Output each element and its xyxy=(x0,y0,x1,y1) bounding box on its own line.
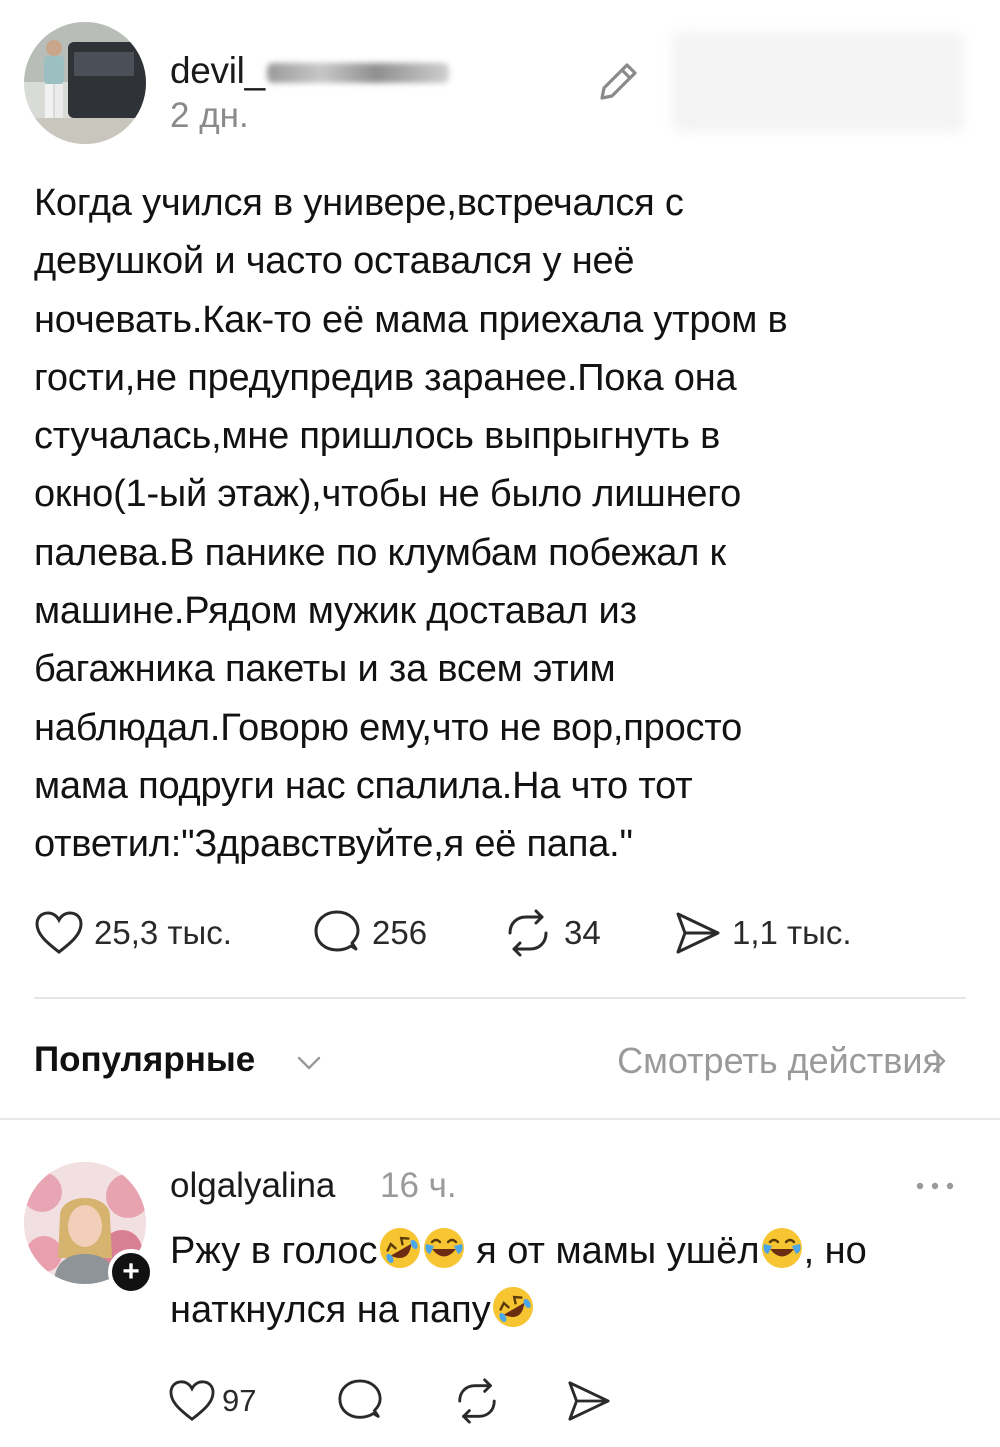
send-icon xyxy=(568,1381,610,1421)
comment-text: Ржу в голос я от мамы ушёл, но наткнулся… xyxy=(170,1222,970,1340)
plus-icon[interactable]: + xyxy=(108,1249,154,1295)
divider xyxy=(34,997,966,999)
comment-count: 256 xyxy=(372,914,428,951)
more-icon[interactable] xyxy=(914,1176,956,1196)
comment-actions: 97 xyxy=(168,1376,628,1426)
post-actions: 25,3 тыс. 256 34 1,1 тыс. xyxy=(34,905,954,961)
repost-icon xyxy=(458,1378,496,1424)
view-actions-link[interactable]: Смотреть действия xyxy=(617,1040,942,1082)
chevron-down-icon[interactable] xyxy=(292,1046,326,1080)
comment-repost-button[interactable] xyxy=(452,1376,502,1426)
heart-icon xyxy=(35,911,83,954)
username-redaction xyxy=(266,63,449,84)
sort-dropdown[interactable]: Популярные xyxy=(34,1040,255,1080)
comment-share-button[interactable] xyxy=(566,1376,612,1426)
comment-like-button[interactable]: 97 xyxy=(168,1376,256,1426)
send-icon xyxy=(676,912,720,954)
comment-reply-button[interactable] xyxy=(336,1376,384,1426)
comment-button[interactable]: 256 xyxy=(312,905,427,961)
repost-icon xyxy=(508,909,548,957)
rofl-emoji xyxy=(379,1228,420,1268)
joy-emoji xyxy=(423,1228,464,1268)
comment-time: 16 ч. xyxy=(380,1166,457,1205)
chevron-right-icon[interactable] xyxy=(928,1044,952,1078)
comment-icon xyxy=(338,1379,382,1419)
post-time: 2 дн. xyxy=(170,96,249,135)
joy-emoji xyxy=(761,1228,802,1268)
repost-button[interactable]: 34 xyxy=(502,905,601,961)
like-button[interactable]: 25,3 тыс. xyxy=(34,905,232,961)
rofl-emoji xyxy=(492,1287,533,1327)
post-text: Когда учился в универе,встречался с деву… xyxy=(34,182,788,866)
redacted-area xyxy=(672,32,964,132)
repost-count: 34 xyxy=(564,914,601,951)
heart-icon xyxy=(169,1380,215,1421)
share-count: 1,1 тыс. xyxy=(732,914,852,951)
section-divider xyxy=(0,1118,1000,1120)
post-header: devil_ 2 дн. xyxy=(24,22,976,147)
comment-like-count: 97 xyxy=(222,1383,257,1418)
commenter-username[interactable]: olgalyalina xyxy=(170,1166,335,1206)
author-username[interactable]: devil_ xyxy=(170,50,449,92)
like-count: 25,3 тыс. xyxy=(94,914,232,951)
share-button[interactable]: 1,1 тыс. xyxy=(674,905,852,961)
pencil-icon[interactable] xyxy=(594,56,644,106)
author-avatar[interactable] xyxy=(24,22,146,144)
comment-icon xyxy=(314,910,360,952)
